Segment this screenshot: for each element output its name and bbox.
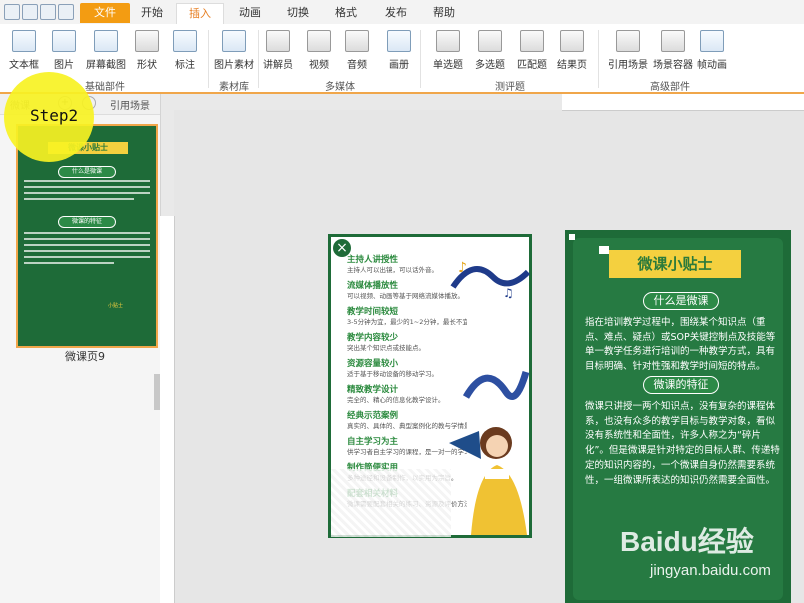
feature-title: 资源容量较小 xyxy=(347,359,399,369)
thumb-text-line xyxy=(24,238,150,240)
baidu-watermark-url: jingyan.baidu.com xyxy=(650,562,771,579)
feature-desc: 适于基于移动设备的移动学习。 xyxy=(347,370,438,378)
menu-bar: 文件 开始 插入 动画 切换 格式 发布 帮助 xyxy=(0,0,804,25)
group-divider xyxy=(420,30,421,88)
screenshot-button[interactable]: 屏幕截图 xyxy=(84,30,128,71)
selection-handle[interactable] xyxy=(599,246,609,254)
feature-title: 精致教学设计 xyxy=(347,385,399,395)
thumb-pill: 什么是微课 xyxy=(58,166,116,178)
svg-text:♪: ♪ xyxy=(458,260,467,276)
tab-help[interactable]: 帮助 xyxy=(422,3,466,23)
feature-desc: 突出某个知识点或技能点。 xyxy=(347,344,425,352)
group-divider xyxy=(598,30,599,88)
preview-icon[interactable] xyxy=(22,4,38,20)
gallery-icon xyxy=(222,30,246,52)
picture-button[interactable]: 图片 xyxy=(48,30,80,71)
ribbon: 文本框 图片 屏幕截图 形状 标注 基础部件 图片素材 素材库 讲解员 视频 音… xyxy=(0,24,804,94)
paragraph-definition: 指在培训教学过程中，围绕某个知识点（重点、难点、疑点）或SOP关键控制点及技能等… xyxy=(585,317,776,373)
frame-animation-button[interactable]: 帧动画 xyxy=(696,30,728,71)
thumb-text-line xyxy=(24,250,150,252)
single-choice-button[interactable]: 单选题 xyxy=(430,30,466,71)
tab-file[interactable]: 文件 xyxy=(80,3,130,23)
feature-desc: 3-5分钟为宜，最少的1~2分钟，最长不宜超过10分钟。 xyxy=(347,318,467,326)
horizontal-ruler xyxy=(562,94,804,111)
group-label-multimedia: 多媒体 xyxy=(325,82,355,93)
settings-icon[interactable] xyxy=(40,4,56,20)
thumb-text-line xyxy=(24,262,114,264)
matching-button[interactable]: 匹配题 xyxy=(514,30,550,71)
presenter-button[interactable]: 讲解员 xyxy=(262,30,294,71)
feature-title: 教学内容较少 xyxy=(347,333,399,343)
multiple-choice-button[interactable]: 多选题 xyxy=(472,30,508,71)
tab-animation[interactable]: 动画 xyxy=(228,3,272,23)
thumb-pill: 微课的特征 xyxy=(58,216,116,228)
section-pill-what: 什么是微课 xyxy=(643,292,719,310)
matching-icon xyxy=(520,30,544,52)
slide-panel: 微课 + 引用场景 微课小贴士 什么是微课 微课的特征 小贴士 微课页9 xyxy=(0,94,161,603)
feature-desc: 完全的、精心的信息化教学设计。 xyxy=(347,396,445,404)
save-icon[interactable] xyxy=(4,4,20,20)
publish-icon[interactable] xyxy=(58,4,74,20)
group-divider xyxy=(208,30,209,88)
reference-scene-button[interactable]: 引用场景 xyxy=(606,30,650,71)
thumb-watermark: 小贴士 xyxy=(108,303,124,309)
thumb-text-line xyxy=(24,192,150,194)
vertical-ruler xyxy=(160,216,175,603)
presenter-icon xyxy=(266,30,290,52)
screenshot-icon xyxy=(94,30,118,52)
slide-name: 微课页9 xyxy=(65,350,105,363)
textbox-button[interactable]: 文本框 xyxy=(6,30,42,71)
textbox-icon xyxy=(12,30,36,52)
picture-icon xyxy=(52,30,76,52)
tab-format[interactable]: 格式 xyxy=(324,3,368,23)
album-button[interactable]: 画册 xyxy=(386,30,412,71)
thumb-text-line xyxy=(24,256,150,258)
shape-icon xyxy=(135,30,159,52)
thumb-text-line xyxy=(24,186,150,188)
callout-button[interactable]: 标注 xyxy=(170,30,200,71)
single-choice-icon xyxy=(436,30,460,52)
thumb-text-line xyxy=(24,244,150,246)
scene-container-button[interactable]: 场景容器 xyxy=(648,30,698,71)
result-page-icon xyxy=(560,30,584,52)
paragraph-features: 微课只讲授一两个知识点，没有复杂的课程体系，也没有众多的教学目标与教学对象，看似… xyxy=(585,401,780,486)
ribbon-decoration-icon xyxy=(462,371,530,400)
tab-publish[interactable]: 发布 xyxy=(374,3,418,23)
video-icon xyxy=(307,30,331,52)
section-pill-features: 微课的特征 xyxy=(643,376,719,394)
book-decoration xyxy=(331,469,451,537)
thumb-text-line xyxy=(24,232,150,234)
multiple-choice-icon xyxy=(478,30,502,52)
thumb-text-line xyxy=(24,180,150,182)
tab-reference-scene[interactable]: 引用场景 xyxy=(110,97,150,112)
tab-insert[interactable]: 插入 xyxy=(176,3,224,24)
tips-banner: 微课小贴士 xyxy=(609,250,741,278)
tab-home[interactable]: 开始 xyxy=(132,3,172,23)
callout-icon xyxy=(173,30,197,52)
music-notes-icon: ♪ ♫ xyxy=(450,260,531,300)
step-label: Step2 xyxy=(30,106,79,125)
audio-icon xyxy=(345,30,369,52)
tab-transition[interactable]: 切换 xyxy=(276,3,320,23)
material-picture-button[interactable]: 图片素材 xyxy=(214,30,254,71)
svg-text:♫: ♫ xyxy=(503,286,514,300)
scene-container-icon xyxy=(661,30,685,52)
result-page-button[interactable]: 结果页 xyxy=(554,30,590,71)
group-label-advanced: 高级部件 xyxy=(650,82,690,93)
group-label-material: 素材库 xyxy=(219,82,249,93)
thumb-text-line xyxy=(24,198,134,200)
girl-megaphone-illustration xyxy=(449,427,527,535)
baidu-watermark-brand: Baidu经验 xyxy=(620,526,754,557)
reference-scene-icon xyxy=(616,30,640,52)
shape-button[interactable]: 形状 xyxy=(132,30,162,71)
feature-title: 教学时间较短 xyxy=(347,307,399,317)
audio-button[interactable]: 音频 xyxy=(344,30,370,71)
video-button[interactable]: 视频 xyxy=(306,30,332,71)
group-label-quiz: 测评题 xyxy=(495,82,525,93)
album-icon xyxy=(387,30,411,52)
selection-handle[interactable] xyxy=(569,234,575,240)
frame-animation-icon xyxy=(700,30,724,52)
slide-features[interactable]: × 主持人讲授性 主持人可以出镜，可以话外音。 流媒体播放性 可以视频、动画等基于网络… xyxy=(328,234,532,538)
group-divider xyxy=(258,30,259,88)
